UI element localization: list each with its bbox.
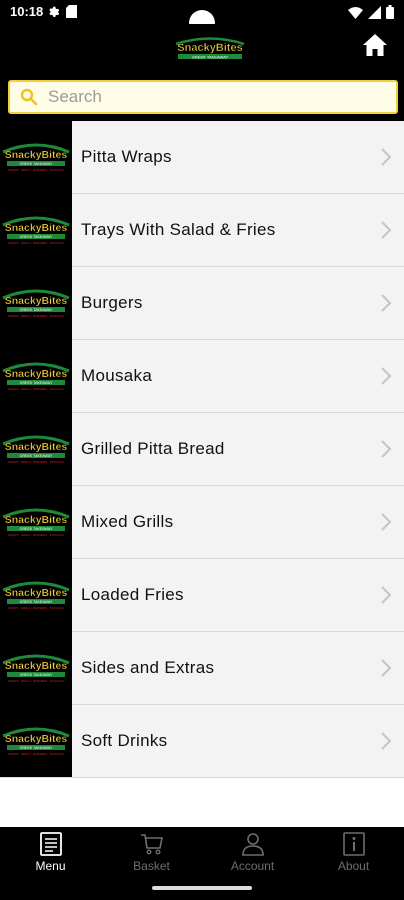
info-icon: [340, 831, 368, 857]
svg-text:SnackyBites: SnackyBites: [5, 733, 68, 745]
search-box[interactable]: [8, 80, 398, 114]
menu-category-row[interactable]: SnackyBites GREEK TAKEAWAY WRAPS · GRILL…: [0, 266, 404, 340]
svg-text:WRAPS · GRILLS · BURGERS · SOU: WRAPS · GRILLS · BURGERS · SOUVLAKI: [8, 679, 64, 683]
category-label: Grilled Pitta Bread: [81, 439, 225, 458]
status-bar: 10:18: [0, 0, 404, 36]
menu-category-row[interactable]: SnackyBites GREEK TAKEAWAY WRAPS · GRILL…: [0, 631, 404, 705]
nav-menu[interactable]: Menu: [0, 827, 101, 877]
battery-icon: [386, 5, 394, 24]
basket-icon: [138, 831, 166, 857]
nav-basket[interactable]: Basket: [101, 827, 202, 877]
signal-icon: [368, 5, 381, 24]
nav-account-label: Account: [230, 859, 275, 873]
category-label: Sides and Extras: [81, 658, 215, 677]
category-thumbnail: SnackyBites GREEK TAKEAWAY WRAPS · GRILL…: [0, 704, 72, 777]
svg-text:GREEK TAKEAWAY: GREEK TAKEAWAY: [20, 308, 53, 312]
bottom-nav: Menu Basket Account About: [0, 827, 404, 877]
svg-text:SnackyBites: SnackyBites: [5, 587, 68, 599]
svg-text:WRAPS · GRILLS · BURGERS · SOU: WRAPS · GRILLS · BURGERS · SOUVLAKI: [8, 241, 64, 245]
category-label: Pitta Wraps: [81, 147, 172, 166]
app-header: SnackyBites GREEK TAKEAWAY: [0, 24, 404, 74]
svg-text:WRAPS · GRILLS · BURGERS · SOU: WRAPS · GRILLS · BURGERS · SOUVLAKI: [8, 752, 64, 756]
svg-text:GREEK TAKEAWAY: GREEK TAKEAWAY: [20, 381, 53, 385]
category-label: Trays With Salad & Fries: [81, 220, 276, 239]
category-thumbnail: SnackyBites GREEK TAKEAWAY WRAPS · GRILL…: [0, 412, 72, 485]
chevron-right-icon: [380, 220, 392, 240]
svg-text:GREEK TAKEAWAY: GREEK TAKEAWAY: [192, 54, 229, 59]
home-icon: [362, 33, 388, 62]
chevron-right-icon: [380, 439, 392, 459]
svg-text:WRAPS · GRILLS · BURGERS · SOU: WRAPS · GRILLS · BURGERS · SOUVLAKI: [8, 387, 64, 391]
category-label: Mousaka: [81, 366, 153, 385]
menu-category-row[interactable]: SnackyBites GREEK TAKEAWAY WRAPS · GRILL…: [0, 339, 404, 413]
nav-about[interactable]: About: [303, 827, 404, 877]
menu-category-row[interactable]: SnackyBites GREEK TAKEAWAY WRAPS · GRILL…: [0, 558, 404, 632]
category-thumbnail: SnackyBites GREEK TAKEAWAY WRAPS · GRILL…: [0, 266, 72, 339]
svg-text:WRAPS · GRILLS · BURGERS · SOU: WRAPS · GRILLS · BURGERS · SOUVLAKI: [8, 460, 64, 464]
svg-text:SnackyBites: SnackyBites: [5, 514, 68, 526]
search-input[interactable]: [48, 87, 388, 107]
category-label: Burgers: [81, 293, 143, 312]
home-button[interactable]: [360, 32, 390, 62]
account-icon: [239, 831, 267, 857]
sim-icon: [66, 5, 77, 23]
svg-text:WRAPS · GRILLS · BURGERS · SOU: WRAPS · GRILLS · BURGERS · SOUVLAKI: [8, 314, 64, 318]
category-label: Soft Drinks: [81, 731, 168, 750]
svg-text:GREEK TAKEAWAY: GREEK TAKEAWAY: [20, 527, 53, 531]
chevron-right-icon: [380, 731, 392, 751]
nav-basket-label: Basket: [133, 859, 170, 873]
menu-category-row[interactable]: SnackyBites GREEK TAKEAWAY WRAPS · GRILL…: [0, 704, 404, 778]
svg-text:WRAPS · GRILLS · BURGERS · SOU: WRAPS · GRILLS · BURGERS · SOUVLAKI: [8, 606, 64, 610]
chevron-right-icon: [380, 147, 392, 167]
category-thumbnail: SnackyBites GREEK TAKEAWAY WRAPS · GRILL…: [0, 193, 72, 266]
category-thumbnail: SnackyBites GREEK TAKEAWAY WRAPS · GRILL…: [0, 631, 72, 704]
chevron-right-icon: [380, 293, 392, 313]
svg-text:SnackyBites: SnackyBites: [177, 42, 242, 54]
category-list: SnackyBites GREEK TAKEAWAY WRAPS · GRILL…: [0, 120, 404, 778]
gesture-handle[interactable]: [152, 886, 252, 890]
svg-text:SnackyBites: SnackyBites: [5, 441, 68, 453]
svg-text:SnackyBites: SnackyBites: [5, 295, 68, 307]
svg-text:SnackyBites: SnackyBites: [5, 660, 68, 672]
svg-text:WRAPS · GRILLS · BURGERS · SOU: WRAPS · GRILLS · BURGERS · SOUVLAKI: [8, 168, 64, 172]
menu-category-row[interactable]: SnackyBites GREEK TAKEAWAY WRAPS · GRILL…: [0, 120, 404, 194]
menu-category-row[interactable]: SnackyBites GREEK TAKEAWAY WRAPS · GRILL…: [0, 193, 404, 267]
svg-text:GREEK TAKEAWAY: GREEK TAKEAWAY: [20, 600, 53, 604]
gear-icon: [47, 5, 60, 23]
menu-list-icon: [37, 831, 65, 857]
category-label: Mixed Grills: [81, 512, 174, 531]
category-label: Loaded Fries: [81, 585, 184, 604]
category-thumbnail: SnackyBites GREEK TAKEAWAY WRAPS · GRILL…: [0, 485, 72, 558]
chevron-right-icon: [380, 658, 392, 678]
svg-text:GREEK TAKEAWAY: GREEK TAKEAWAY: [20, 673, 53, 677]
search-icon: [14, 82, 44, 112]
status-time: 10:18: [10, 4, 44, 19]
svg-text:GREEK TAKEAWAY: GREEK TAKEAWAY: [20, 162, 53, 166]
chevron-right-icon: [380, 366, 392, 386]
category-thumbnail: SnackyBites GREEK TAKEAWAY WRAPS · GRILL…: [0, 558, 72, 631]
svg-text:GREEK TAKEAWAY: GREEK TAKEAWAY: [20, 235, 53, 239]
nav-about-label: About: [337, 859, 370, 873]
svg-text:SnackyBites: SnackyBites: [5, 222, 68, 234]
category-thumbnail: SnackyBites GREEK TAKEAWAY WRAPS · GRILL…: [0, 120, 72, 193]
nav-account[interactable]: Account: [202, 827, 303, 877]
nav-menu-label: Menu: [35, 859, 66, 873]
svg-text:GREEK TAKEAWAY: GREEK TAKEAWAY: [20, 454, 53, 458]
category-thumbnail: SnackyBites GREEK TAKEAWAY WRAPS · GRILL…: [0, 339, 72, 412]
search-bar: [0, 74, 404, 122]
svg-text:GREEK TAKEAWAY: GREEK TAKEAWAY: [20, 746, 53, 750]
system-nav-bar: [0, 877, 404, 900]
chevron-right-icon: [380, 585, 392, 605]
menu-category-row[interactable]: SnackyBites GREEK TAKEAWAY WRAPS · GRILL…: [0, 485, 404, 559]
brand-logo: SnackyBites GREEK TAKEAWAY: [172, 36, 248, 62]
svg-text:SnackyBites: SnackyBites: [5, 368, 68, 380]
svg-text:WRAPS · GRILLS · BURGERS · SOU: WRAPS · GRILLS · BURGERS · SOUVLAKI: [8, 533, 64, 537]
chevron-right-icon: [380, 512, 392, 532]
svg-text:SnackyBites: SnackyBites: [5, 149, 68, 161]
menu-category-row[interactable]: SnackyBites GREEK TAKEAWAY WRAPS · GRILL…: [0, 412, 404, 486]
wifi-icon: [348, 6, 363, 24]
